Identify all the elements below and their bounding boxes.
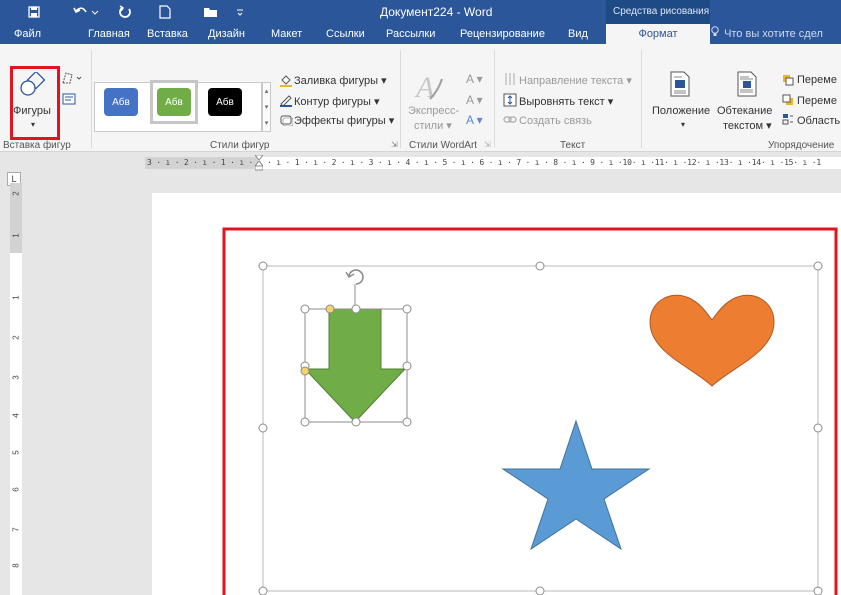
rotate-handle-icon[interactable]: [345, 269, 364, 285]
green-down-arrow-shape[interactable]: [303, 308, 407, 423]
drawing-canvas: [222, 227, 838, 595]
orange-heart-shape[interactable]: [649, 294, 775, 387]
blue-star-shape[interactable]: [501, 419, 651, 551]
canvas-highlight: [222, 227, 838, 595]
